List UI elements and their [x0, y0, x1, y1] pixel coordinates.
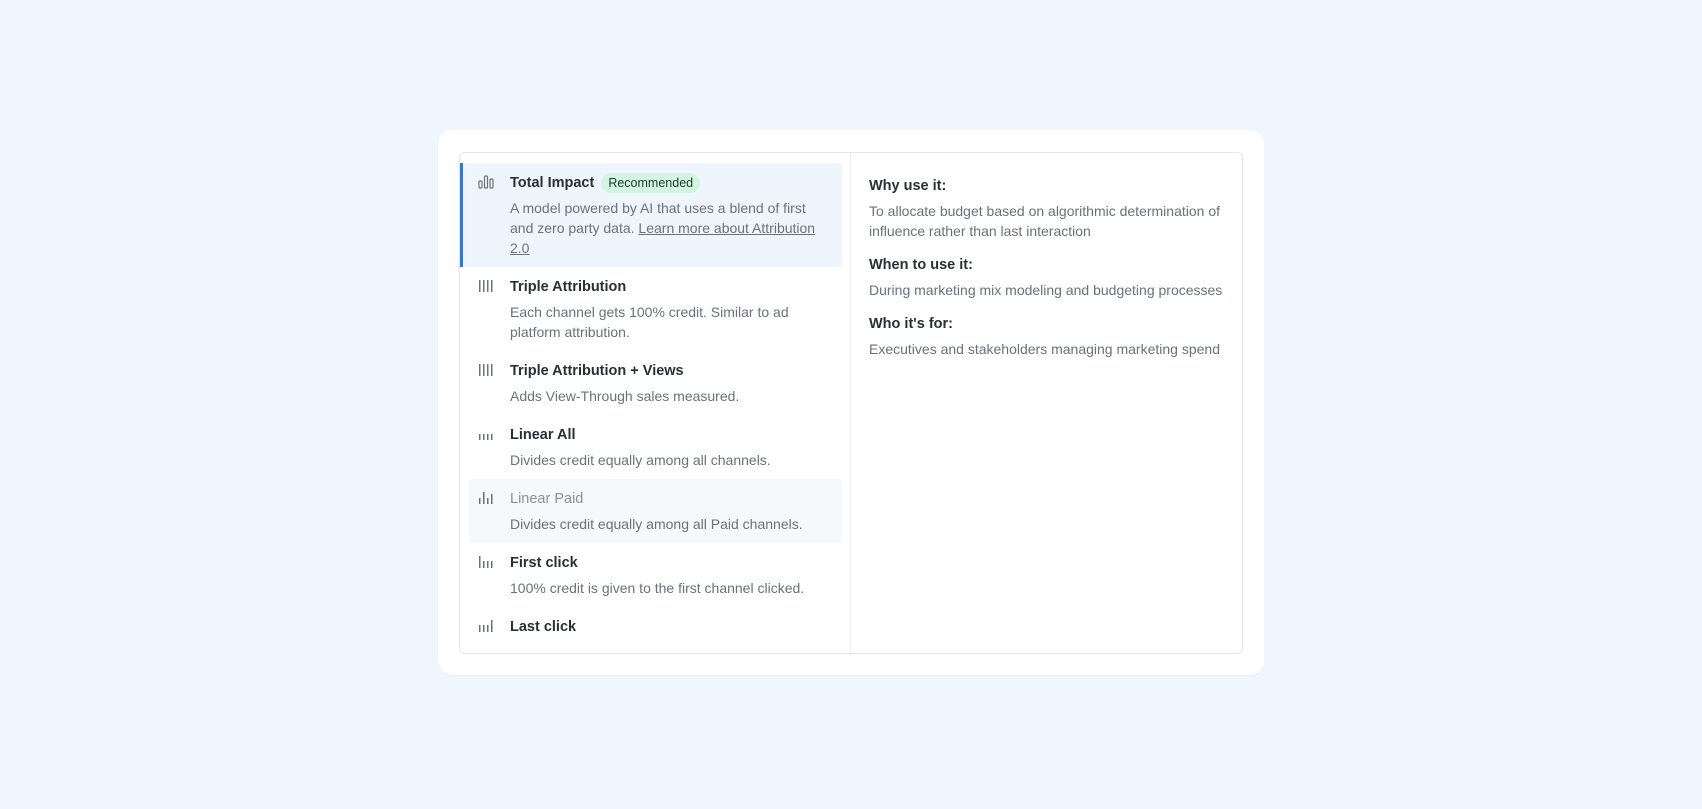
- attribution-model-list[interactable]: Total Impact Recommended A model powered…: [460, 153, 851, 653]
- option-title: Last click: [510, 619, 577, 635]
- last-bar-tall-icon: [478, 619, 494, 633]
- option-description: Divides credit equally among all channel…: [510, 452, 771, 468]
- why-use-heading: Why use it:: [869, 178, 947, 194]
- when-to-use-text: During marketing mix modeling and budget…: [869, 282, 1223, 298]
- option-title: First click: [510, 555, 578, 571]
- option-first-click[interactable]: First click 100% credit is given to the …: [469, 543, 842, 607]
- option-linear-paid[interactable]: Linear Paid Divides credit equally among…: [469, 479, 842, 543]
- who-for-text: Executives and stakeholders managing mar…: [869, 341, 1220, 357]
- bar-chart-icon: [478, 175, 494, 189]
- option-triple-attribution-views[interactable]: Triple Attribution + Views Adds View-Thr…: [469, 351, 842, 415]
- option-title: Linear Paid: [510, 491, 584, 507]
- option-description: A model powered by AI that uses a blend …: [510, 198, 830, 258]
- option-title: Linear All: [510, 427, 576, 443]
- option-title: Triple Attribution + Views: [510, 363, 684, 379]
- option-description: Each channel gets 100% credit. Similar t…: [510, 304, 789, 340]
- when-to-use-heading: When to use it:: [869, 257, 973, 273]
- option-description: 100% credit is given to the first channe…: [510, 580, 805, 596]
- why-use-text: To allocate budget based on algorithmic …: [869, 203, 1220, 239]
- first-bar-tall-icon: [478, 555, 494, 569]
- attribution-model-dropdown: Total Impact Recommended A model powered…: [459, 152, 1243, 654]
- option-description: Adds View-Through sales measured.: [510, 388, 740, 404]
- option-linear-all[interactable]: Linear All Divides credit equally among …: [469, 415, 842, 479]
- equal-bars-icon: [478, 363, 494, 377]
- option-title: Total Impact: [510, 175, 595, 191]
- recommended-badge: Recommended: [601, 173, 701, 193]
- option-description: Divides credit equally among all Paid ch…: [510, 516, 803, 532]
- model-details-panel: Why use it: To allocate budget based on …: [851, 153, 1242, 653]
- option-total-impact[interactable]: Total Impact Recommended A model powered…: [460, 163, 842, 267]
- who-for-heading: Who it's for:: [869, 316, 953, 332]
- option-triple-attribution[interactable]: Triple Attribution Each channel gets 100…: [469, 267, 842, 351]
- short-bars-icon: [478, 427, 494, 441]
- option-last-click[interactable]: Last click: [469, 607, 842, 651]
- option-title: Triple Attribution: [510, 279, 627, 295]
- attribution-model-card: Total Impact Recommended A model powered…: [438, 130, 1264, 675]
- equal-bars-icon: [478, 279, 494, 293]
- mixed-bars-icon: [478, 491, 494, 505]
